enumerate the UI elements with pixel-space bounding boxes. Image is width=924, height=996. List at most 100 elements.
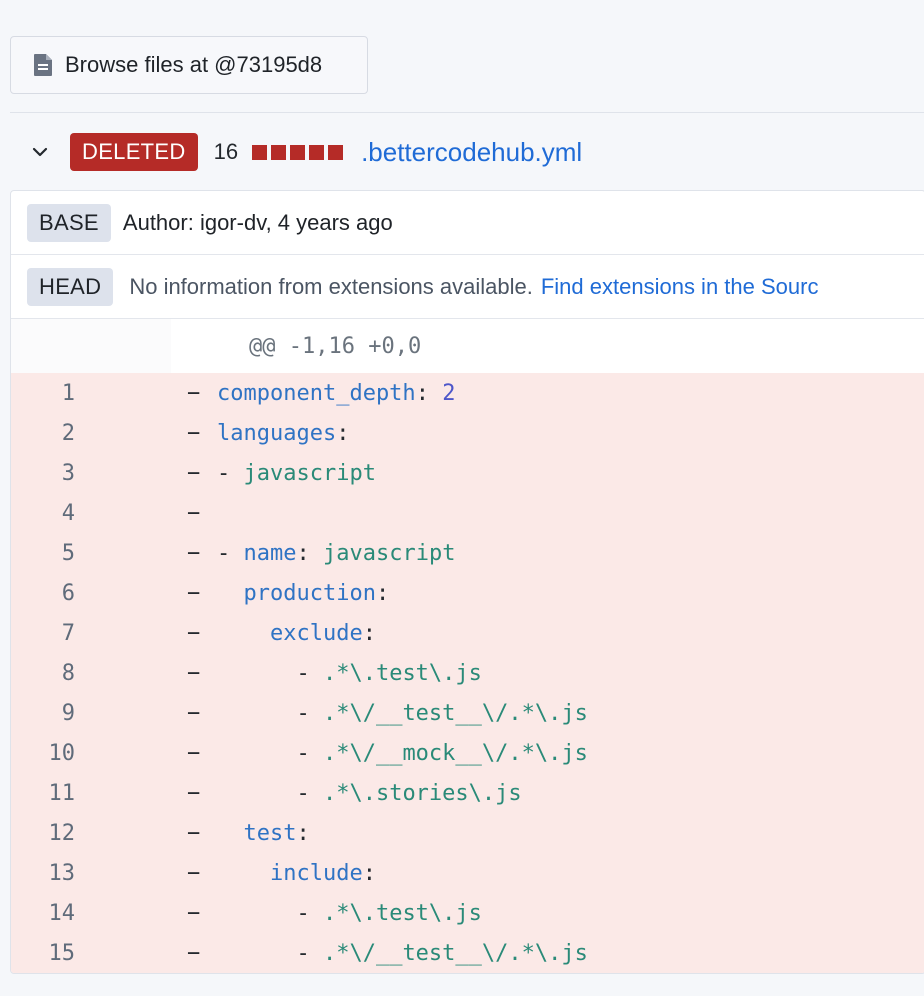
code-content: component_depth: 2 (217, 381, 455, 406)
code-content: - .*\.stories\.js (217, 780, 522, 806)
removed-marker: − (187, 420, 201, 446)
change-count: 16 (213, 139, 239, 164)
head-badge: HEAD (27, 267, 114, 306)
removed-marker: − (187, 780, 201, 806)
removed-marker: − (187, 500, 201, 526)
diff-line: 7 − exclude: (11, 613, 924, 653)
diff-panel: BASE Author: igor-dv, 4 years ago HEAD N… (10, 190, 924, 974)
removed-marker: − (187, 700, 201, 726)
line-number[interactable]: 8 (11, 661, 75, 686)
diff-line: 8 − - .*\.test\.js (11, 653, 924, 693)
code-token: test (243, 820, 297, 846)
removed-marker: − (187, 460, 201, 486)
hunk-header: @@ -1,16 +0,0 (11, 319, 924, 373)
code-token: javascript (243, 460, 376, 486)
code-token: 2 (442, 380, 456, 406)
code-token: - (217, 940, 323, 966)
removed-marker: − (187, 580, 201, 606)
removed-marker: − (187, 860, 201, 886)
line-number[interactable]: 10 (11, 741, 76, 766)
diff-line: 4− (11, 493, 924, 533)
line-number[interactable]: 7 (11, 621, 75, 646)
code-token: : (336, 420, 350, 446)
file-diff-header: DELETED 16 .bettercodehub.yml (10, 126, 924, 178)
diff-line: 14 − - .*\.test\.js (11, 893, 924, 933)
removed-marker: − (187, 940, 201, 966)
diff-line: 3 − - javascript (11, 453, 924, 493)
code-content: - javascript (217, 461, 376, 486)
code-content: production: (217, 580, 390, 606)
line-number[interactable]: 3 (11, 461, 75, 486)
head-info-row: HEAD No information from extensions avai… (11, 255, 924, 319)
code-token: - (217, 460, 244, 486)
browse-files-label: Browse files at @73195d8 (65, 52, 323, 77)
code-content: languages: (217, 421, 349, 446)
code-token: languages (217, 420, 337, 446)
removed-marker: − (187, 740, 201, 766)
stat-block (290, 144, 306, 160)
code-token: .*\.stories\.js (322, 780, 522, 806)
code-content: - .*\/__mock__\/.*\.js (217, 740, 588, 766)
code-token: .*\/__mock__\/.*\.js (322, 740, 588, 766)
base-info-row: BASE Author: igor-dv, 4 years ago (11, 191, 924, 255)
line-number[interactable]: 4 (11, 501, 75, 526)
code-content: test: (217, 821, 310, 846)
code-token: .*\/__test__\/.*\.js (322, 700, 588, 726)
code-content: - .*\/__test__\/.*\.js (217, 700, 588, 726)
code-token: : (375, 580, 390, 606)
base-author-text: Author: igor-dv, 4 years ago (122, 209, 393, 235)
diff-line: 11 − - .*\.stories\.js (11, 773, 924, 813)
stat-block (328, 144, 344, 160)
code-token: .*\.test\.js (322, 900, 482, 926)
file-icon (33, 53, 53, 77)
line-number[interactable]: 13 (11, 861, 76, 886)
code-token: include (269, 860, 363, 886)
code-token: - (217, 540, 244, 566)
code-token: javascript (322, 540, 456, 566)
code-content: - .*\/__test__\/.*\.js (217, 940, 587, 966)
code-token: : (362, 860, 376, 886)
line-number[interactable]: 9 (11, 701, 75, 726)
code-token: : (362, 620, 376, 646)
code-content: exclude: (217, 621, 376, 646)
code-token: production (243, 580, 376, 606)
divider (10, 112, 924, 113)
diff-line: 9 − - .*\/__test__\/.*\.js (11, 693, 924, 733)
find-extensions-link[interactable]: Find extensions in the Sourc (541, 274, 819, 300)
removed-marker: − (187, 380, 201, 406)
diff-lines: 1− component_depth: 2 2− languages: 3− - java… (11, 373, 924, 973)
line-number[interactable]: 15 (11, 941, 76, 966)
diff-line: 10 − - .*\/__mock__\/.*\.js (11, 733, 924, 773)
line-number[interactable]: 2 (11, 421, 75, 446)
line-number[interactable]: 11 (11, 781, 76, 806)
line-number[interactable]: 6 (11, 581, 75, 606)
code-content: - .*\.test\.js (217, 661, 481, 686)
base-badge: BASE (27, 203, 111, 242)
code-token: - (217, 900, 323, 926)
diff-stat-bar (252, 144, 344, 160)
file-name-link[interactable]: .bettercodehub.yml (361, 137, 582, 168)
diff-line: 2 − languages: (11, 413, 924, 453)
hunk-header-text: @@ -1,16 +0,0 (249, 333, 422, 359)
code-token: name (243, 540, 297, 566)
diff-line: 15 − - .*\/__test__\/.*\.js (11, 933, 924, 973)
code-token: - (217, 780, 323, 806)
line-number[interactable]: 1 (11, 381, 75, 406)
line-number[interactable]: 5 (11, 541, 75, 566)
browse-files-button[interactable]: Browse files at @73195d8 (10, 36, 368, 94)
diff-line: 1 − component_depth: 2 (11, 373, 924, 413)
code-token: - (217, 740, 323, 766)
removed-marker: − (187, 620, 201, 646)
line-number[interactable]: 14 (11, 901, 76, 926)
code-token: : (415, 380, 443, 406)
code-content: - .*\.test\.js (217, 900, 482, 926)
code-token: - (217, 700, 323, 726)
code-content: - name: javascript (217, 541, 455, 566)
head-no-info-text: No information from extensions available… (129, 273, 533, 299)
hunk-gutter (11, 319, 171, 373)
line-number[interactable]: 12 (11, 821, 76, 846)
chevron-down-icon[interactable] (28, 140, 52, 164)
removed-marker: − (187, 820, 201, 846)
diff-line: 13 − include: (11, 853, 924, 893)
